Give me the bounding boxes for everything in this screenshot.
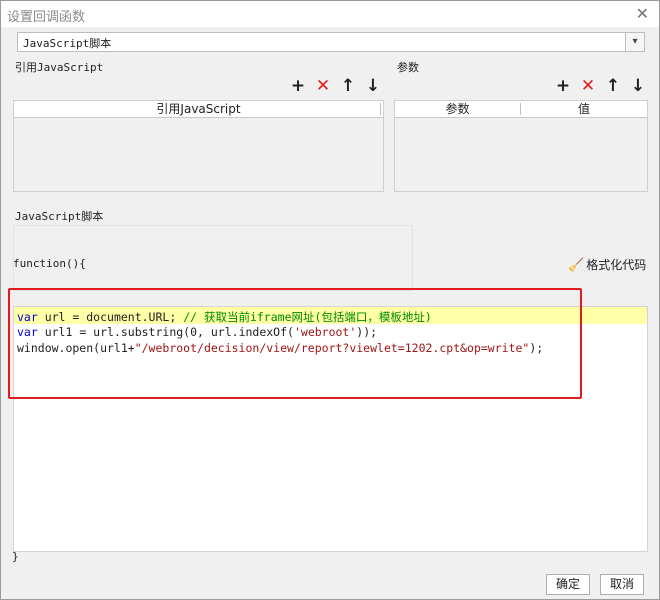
- params-label: 参数: [397, 61, 419, 74]
- param-up-icon[interactable]: ↑: [603, 76, 623, 96]
- script-type-value: JavaScript脚本: [23, 37, 112, 50]
- ref-js-table-header: 引用JavaScript: [14, 101, 383, 118]
- ref-js-label: 引用JavaScript: [15, 61, 104, 74]
- params-table-header: 参数 值: [395, 101, 647, 118]
- param-down-icon[interactable]: ↓: [628, 76, 648, 96]
- format-code-button[interactable]: 🧹 格式化代码: [568, 256, 646, 273]
- move-down-icon[interactable]: ↓: [363, 76, 383, 96]
- function-footer: }: [12, 550, 19, 563]
- ref-js-table[interactable]: 引用JavaScript: [13, 100, 384, 192]
- dialog-title: 设置回调函数: [7, 10, 86, 25]
- format-code-label: 格式化代码: [586, 258, 647, 272]
- param-name-column: 参数: [445, 102, 470, 116]
- red-annotation-box: [8, 288, 582, 399]
- script-type-select[interactable]: JavaScript脚本 ▾: [17, 32, 645, 52]
- delete-icon[interactable]: ✕: [313, 76, 333, 96]
- param-value-column: 值: [577, 102, 590, 116]
- ref-js-column: 引用JavaScript: [156, 102, 241, 116]
- broom-icon: 🧹: [568, 258, 585, 273]
- move-up-icon[interactable]: ↑: [338, 76, 358, 96]
- cancel-button[interactable]: 取消: [600, 574, 644, 595]
- add-icon[interactable]: +: [288, 76, 308, 96]
- close-icon[interactable]: ✕: [636, 4, 649, 23]
- title-bar: 设置回调函数 ✕: [1, 1, 659, 27]
- params-table[interactable]: 参数 值: [394, 100, 648, 192]
- function-header: function(){: [13, 257, 86, 270]
- callback-dialog: 设置回调函数 ✕ JavaScript脚本 ▾ 引用JavaScript + ✕…: [0, 0, 660, 600]
- script-label: JavaScript脚本: [15, 210, 104, 223]
- chevron-down-icon[interactable]: ▾: [625, 33, 644, 51]
- delete-param-icon[interactable]: ✕: [578, 76, 598, 96]
- add-param-icon[interactable]: +: [553, 76, 573, 96]
- ok-button[interactable]: 确定: [546, 574, 590, 595]
- column-divider: [380, 103, 381, 115]
